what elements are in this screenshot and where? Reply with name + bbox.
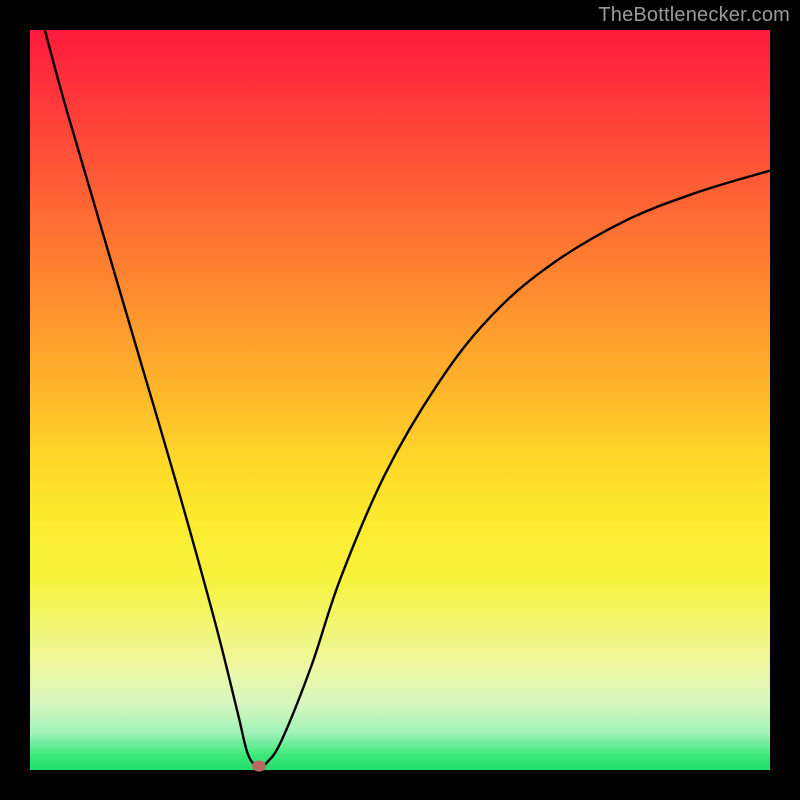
- chart-frame: TheBottlenecker.com: [0, 0, 800, 800]
- bottleneck-curve: [30, 30, 770, 770]
- plot-area: [30, 30, 770, 770]
- optimal-point-marker: [252, 761, 266, 772]
- attribution-text: TheBottlenecker.com: [598, 4, 790, 27]
